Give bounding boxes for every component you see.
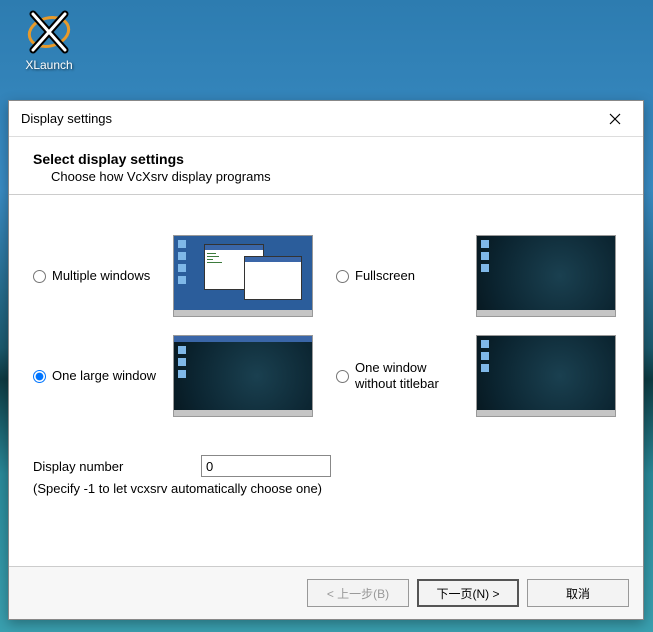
thumb-multiple-windows: ▬▬▬▬▬▬▬▬▬▬▬▬▬▬ (173, 235, 313, 317)
dialog-content: Multiple windows ▬▬▬▬▬▬▬▬▬▬▬▬▬▬ (9, 195, 643, 566)
radio-one-window-no-titlebar[interactable]: One window without titlebar (336, 360, 466, 391)
header-subtitle: Choose how VcXsrv display programs (33, 169, 619, 184)
display-number-label: Display number (33, 459, 193, 474)
header-title: Select display settings (33, 151, 619, 167)
cancel-button[interactable]: 取消 (527, 579, 629, 607)
option-multiple-windows: Multiple windows ▬▬▬▬▬▬▬▬▬▬▬▬▬▬ (33, 235, 316, 317)
xlaunch-icon (25, 8, 73, 56)
radio-one-large-window[interactable]: One large window (33, 368, 163, 384)
radio-one-large-window-input[interactable] (33, 370, 46, 383)
desktop-icon-label: XLaunch (12, 58, 86, 72)
back-button: < 上一步(B) (307, 579, 409, 607)
display-settings-dialog: Display settings Select display settings… (8, 100, 644, 620)
display-number-row: Display number (33, 455, 619, 477)
options-grid: Multiple windows ▬▬▬▬▬▬▬▬▬▬▬▬▬▬ (33, 235, 619, 417)
next-button[interactable]: 下一页(N) > (417, 579, 519, 607)
dialog-footer: < 上一步(B) 下一页(N) > 取消 (9, 566, 643, 619)
display-number-input[interactable] (201, 455, 331, 477)
thumb-one-large-window (173, 335, 313, 417)
radio-multiple-windows[interactable]: Multiple windows (33, 268, 163, 284)
radio-multiple-windows-label: Multiple windows (52, 268, 150, 284)
radio-fullscreen-label: Fullscreen (355, 268, 415, 284)
radio-one-window-no-titlebar-input[interactable] (336, 370, 349, 383)
close-icon (609, 113, 621, 125)
radio-fullscreen-input[interactable] (336, 270, 349, 283)
thumb-fullscreen (476, 235, 616, 317)
option-one-large-window: One large window (33, 335, 316, 417)
display-number-hint: (Specify -1 to let vcxsrv automatically … (33, 481, 619, 496)
desktop-icon-xlaunch[interactable]: XLaunch (12, 8, 86, 72)
radio-fullscreen[interactable]: Fullscreen (336, 268, 466, 284)
close-button[interactable] (595, 105, 635, 133)
titlebar: Display settings (9, 101, 643, 137)
option-one-window-no-titlebar: One window without titlebar (336, 335, 619, 417)
thumb-one-window-no-titlebar (476, 335, 616, 417)
radio-one-large-window-label: One large window (52, 368, 156, 384)
radio-multiple-windows-input[interactable] (33, 270, 46, 283)
dialog-title: Display settings (21, 111, 112, 126)
option-fullscreen: Fullscreen (336, 235, 619, 317)
dialog-header: Select display settings Choose how VcXsr… (9, 137, 643, 195)
radio-one-window-no-titlebar-label: One window without titlebar (355, 360, 466, 391)
